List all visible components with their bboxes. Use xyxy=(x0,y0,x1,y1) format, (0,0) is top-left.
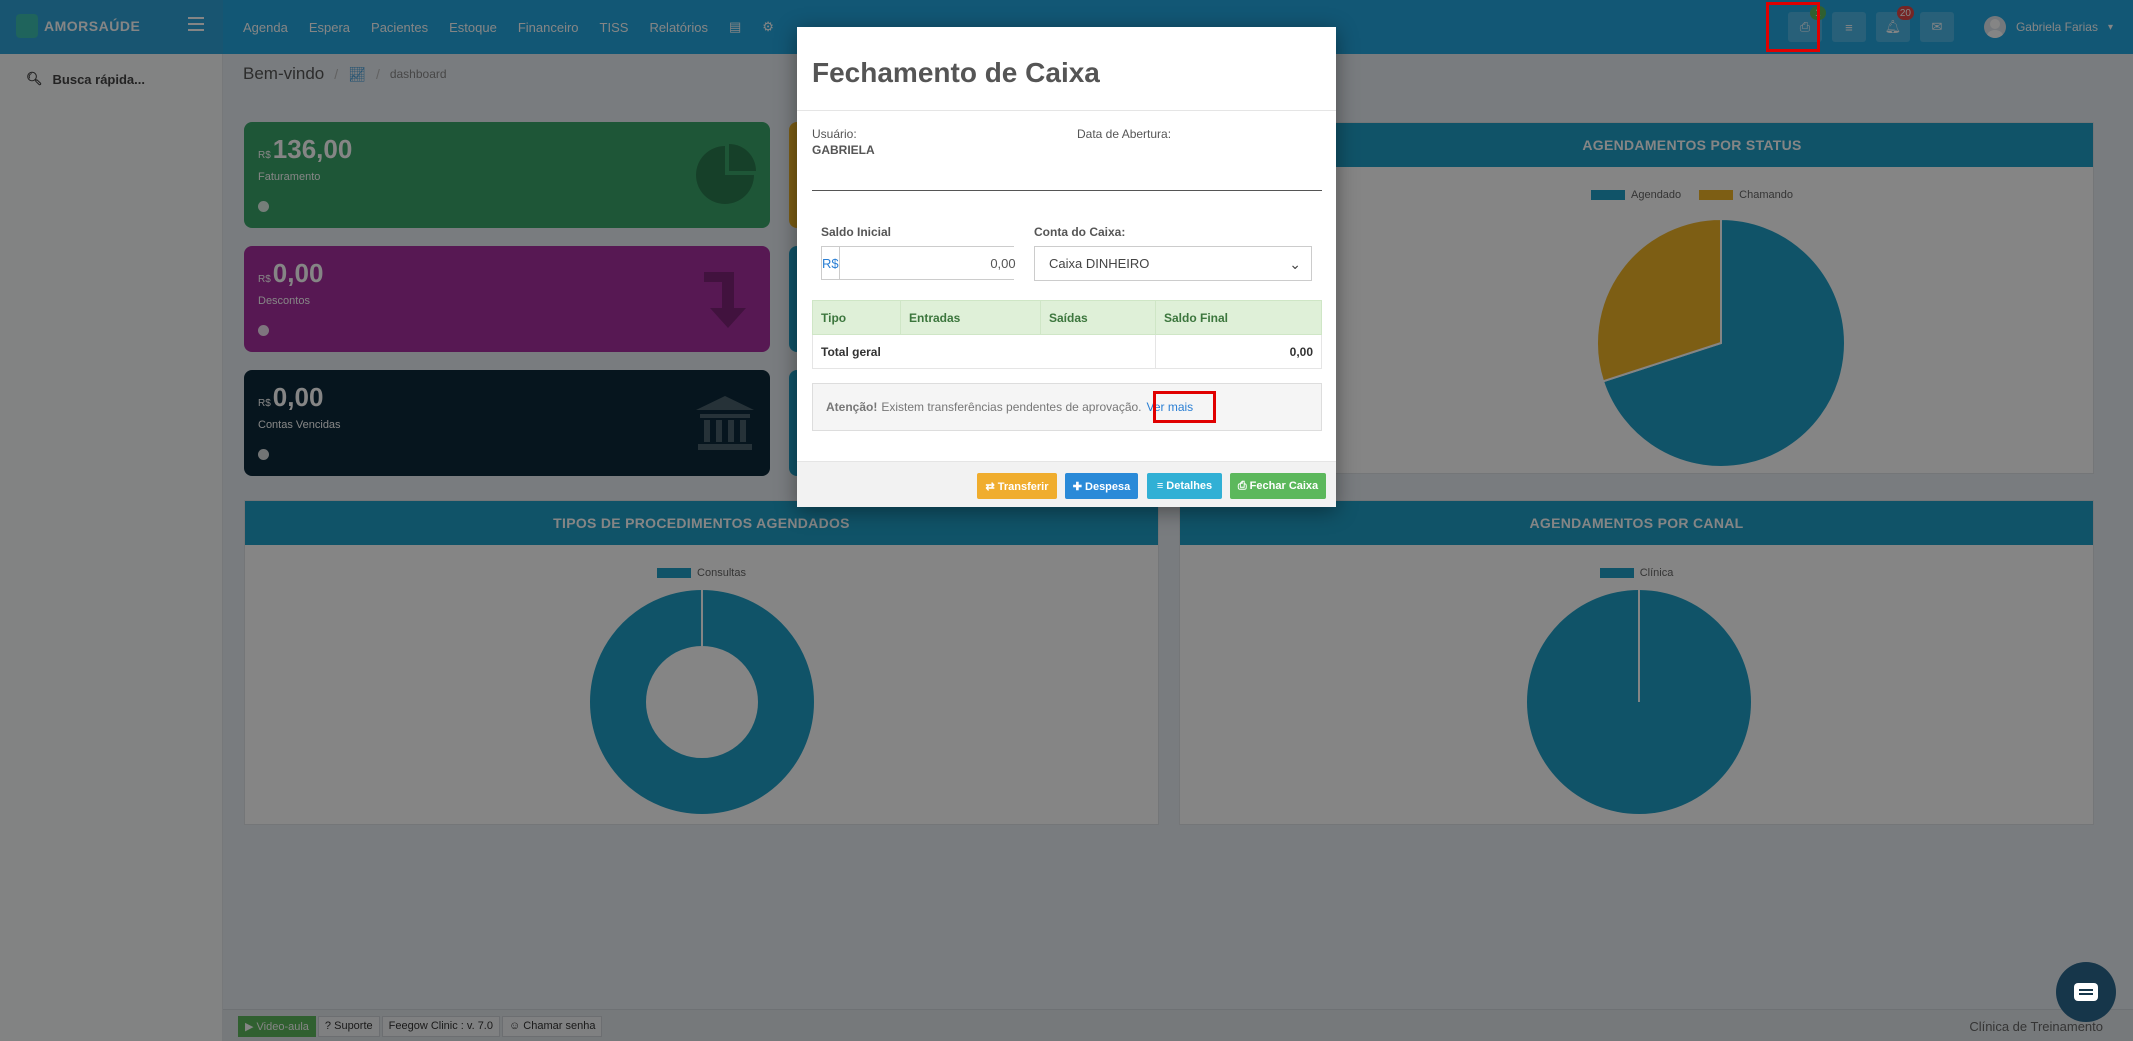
table-row: Total geral 0,00 xyxy=(812,334,1322,369)
details-button[interactable]: ≡ Detalhes xyxy=(1147,473,1222,499)
chevron-down-icon: ⌄ xyxy=(1289,256,1301,272)
col-entradas: Entradas xyxy=(900,300,1041,335)
total-value: 0,00 xyxy=(1155,334,1322,369)
account-select-value: Caixa DINHEIRO xyxy=(1049,256,1150,271)
col-tipo: Tipo xyxy=(812,300,901,335)
col-saidas: Saídas xyxy=(1040,300,1156,335)
user-label: Usuário: xyxy=(812,127,857,141)
alert-text: Existem transferências pendentes de apro… xyxy=(881,400,1142,414)
chat-widget-button[interactable] xyxy=(2056,962,2116,1022)
expense-button[interactable]: ✚ Despesa xyxy=(1065,473,1138,499)
pending-transfer-alert: Atenção! Existem transferências pendente… xyxy=(812,383,1322,431)
currency-addon: R$ xyxy=(822,247,840,279)
close-cash-button[interactable]: ⎙ Fechar Caixa xyxy=(1230,473,1326,499)
highlight-cash-register xyxy=(1766,2,1820,52)
modal-title: Fechamento de Caixa xyxy=(812,57,1100,88)
cash-table: Tipo Entradas Saídas Saldo Final Total g… xyxy=(812,300,1322,369)
alert-strong: Atenção! xyxy=(826,400,878,414)
account-label: Conta do Caixa: xyxy=(1034,225,1126,239)
saldo-inicial-input[interactable] xyxy=(839,247,1026,279)
cash-closing-modal: Fechamento de Caixa Usuário: GABRIELA Da… xyxy=(797,27,1336,507)
account-select[interactable]: Caixa DINHEIRO ⌄ xyxy=(1034,246,1312,281)
transfer-button[interactable]: ⇄ Transferir xyxy=(977,473,1057,499)
chat-bubble-icon xyxy=(2074,983,2098,1001)
user-value: GABRIELA xyxy=(812,143,875,157)
highlight-ver-mais xyxy=(1153,391,1216,423)
total-label: Total geral xyxy=(812,334,1156,369)
saldo-inicial-label: Saldo Inicial xyxy=(821,225,892,239)
opening-date-label: Data de Abertura: xyxy=(1077,127,1172,141)
modal-footer: ⇄ Transferir ✚ Despesa ≡ Detalhes ⎙ Fech… xyxy=(797,461,1336,507)
col-saldo-final: Saldo Final xyxy=(1155,300,1322,335)
divider xyxy=(797,110,1336,111)
saldo-inicial-field: R$ xyxy=(821,246,1026,280)
divider xyxy=(812,190,1322,191)
